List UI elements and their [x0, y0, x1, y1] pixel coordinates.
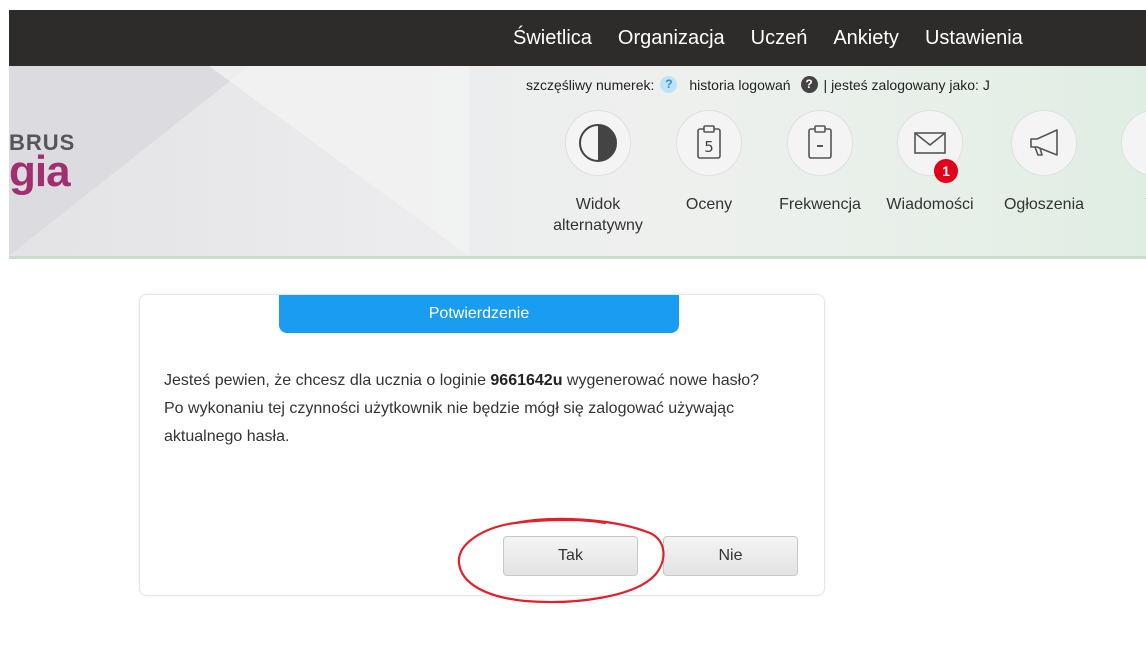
module-label: Widok alternatywny — [553, 196, 643, 234]
attendance-icon — [808, 125, 832, 159]
help-icon[interactable]: ? — [800, 76, 818, 93]
nav-uczen[interactable]: Uczeń — [751, 27, 808, 50]
logo-text-main: gia — [9, 147, 71, 196]
header-divider — [9, 256, 1146, 259]
module-label: Te — [1104, 194, 1146, 215]
module-partial[interactable]: Te — [1104, 110, 1146, 215]
module-circle[interactable]: 5 — [676, 110, 742, 176]
module-label: Wiadomości — [886, 196, 974, 213]
module-frekwencja[interactable]: Frekwencja — [770, 110, 870, 215]
partial-icon — [1133, 122, 1146, 164]
module-widok-alternatywny[interactable]: Widok alternatywny — [548, 110, 648, 236]
module-label: Ogłoszenia — [1003, 196, 1085, 213]
module-circle[interactable] — [565, 110, 631, 176]
top-navigation: Świetlica Organizacja Uczeń Ankiety Usta… — [513, 10, 1049, 66]
confirmation-dialog: Potwierdzenie Jesteś pewien, że chcesz d… — [139, 294, 825, 596]
no-button[interactable]: Nie — [663, 536, 798, 576]
dialog-title: Potwierdzenie — [279, 295, 679, 333]
svg-text:5: 5 — [704, 138, 714, 156]
contrast-icon — [579, 124, 617, 162]
login-history-link[interactable]: historia logowań — [689, 77, 790, 93]
module-circle[interactable]: 1 — [897, 110, 963, 183]
dialog-message: Jesteś pewien, że chcesz dla ucznia o lo… — [164, 367, 804, 451]
module-label: Frekwencja — [779, 196, 861, 213]
module-circle[interactable] — [787, 110, 853, 176]
header-decoration — [209, 66, 469, 256]
nav-swietlica[interactable]: Świetlica — [513, 27, 592, 50]
top-navigation-bar: Świetlica Organizacja Uczeń Ankiety Usta… — [9, 10, 1146, 66]
megaphone-icon — [1030, 129, 1058, 156]
dialog-message-warning: Po wykonaniu tej czynności użytkownik ni… — [164, 400, 735, 445]
module-circle[interactable] — [1121, 110, 1146, 176]
unread-badge: 1 — [934, 159, 958, 183]
page: Świetlica Organizacja Uczeń Ankiety Usta… — [0, 0, 1146, 648]
nav-ankiety[interactable]: Ankiety — [833, 27, 899, 50]
question-icon[interactable]: ? — [660, 76, 678, 93]
module-label: Oceny — [685, 196, 733, 213]
module-ogloszenia[interactable]: Ogłoszenia — [994, 110, 1094, 215]
lucky-number-label: szczęśliwy numerek: — [526, 76, 655, 93]
dialog-message-part1: Jesteś pewien, że chcesz dla ucznia o lo… — [164, 372, 491, 389]
user-info-line: szczęśliwy numerek: ? historia logowań ?… — [526, 76, 996, 93]
student-login: 9661642u — [490, 372, 563, 389]
module-oceny[interactable]: 5 Oceny — [659, 110, 759, 215]
envelope-icon — [914, 132, 946, 154]
yes-button[interactable]: Tak — [503, 536, 638, 576]
logged-in-as-label: | jesteś zalogowany jako: J — [823, 76, 990, 93]
grades-icon: 5 — [697, 125, 721, 159]
nav-organizacja[interactable]: Organizacja — [618, 27, 725, 50]
module-circle[interactable] — [1011, 110, 1077, 176]
module-wiadomosci[interactable]: 1 Wiadomości — [880, 110, 980, 215]
nav-ustawienia[interactable]: Ustawienia — [925, 27, 1023, 50]
dialog-message-part2: wygenerować nowe hasło? — [562, 372, 760, 389]
